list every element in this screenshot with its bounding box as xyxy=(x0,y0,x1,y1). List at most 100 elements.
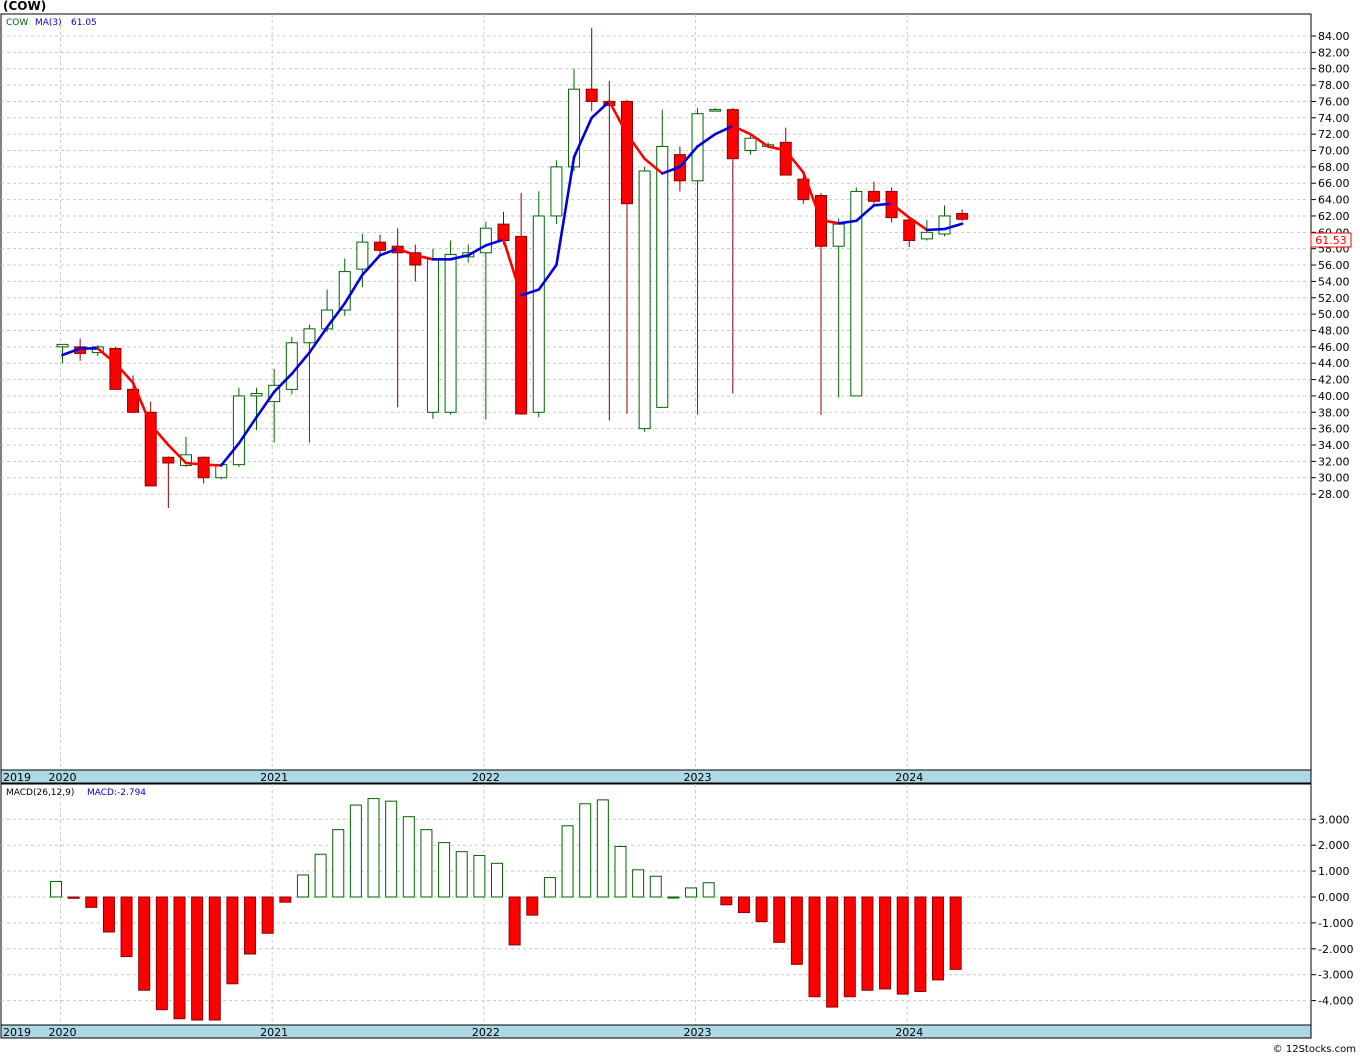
candle-body xyxy=(356,241,369,270)
macd-y-tick-label: -4.000 xyxy=(1318,995,1353,1008)
candle-body xyxy=(250,392,263,397)
price-y-tick-label: 68.00 xyxy=(1318,161,1350,174)
price-y-tick-label: 78.00 xyxy=(1318,79,1350,92)
price-y-tick-label: 28.00 xyxy=(1318,488,1350,501)
macd-x-label: 2022 xyxy=(472,1026,500,1039)
price-y-tick-label: 66.00 xyxy=(1318,177,1350,190)
macd-bar xyxy=(244,896,257,955)
macd-bar xyxy=(473,855,486,898)
macd-bar xyxy=(208,896,221,1021)
candle-body xyxy=(832,223,845,247)
price-y-tick-label: 40.00 xyxy=(1318,390,1350,403)
candle-body xyxy=(638,170,651,430)
macd-y-tick-label: 2.000 xyxy=(1318,839,1350,852)
price-x-label: 2023 xyxy=(684,771,712,784)
macd-bar xyxy=(649,875,662,898)
candle-body xyxy=(232,395,245,466)
macd-bar xyxy=(737,896,750,914)
macd-bar xyxy=(614,845,627,898)
stock-chart: 84.00 82.00 80.00 78.00 76.00 74.00 72.00 70.00… xyxy=(0,0,1356,1055)
y-axis-labels: 84.00 82.00 80.00 78.00 76.00 74.00 72.00 70.00… xyxy=(1311,30,1353,1008)
price-y-tick-label: 36.00 xyxy=(1318,423,1350,436)
macd-bar xyxy=(226,896,239,985)
price-x-label: 2020 xyxy=(49,771,77,784)
macd-x-label: 2019 xyxy=(3,1026,31,1039)
macd-bar xyxy=(349,804,362,898)
candle-body xyxy=(532,215,545,413)
macd-bar xyxy=(667,896,680,899)
macd-bar xyxy=(367,798,380,898)
price-y-tick-label: 38.00 xyxy=(1318,406,1350,419)
macd-bar xyxy=(826,896,839,1008)
candle-body xyxy=(550,166,563,217)
candle-body xyxy=(726,109,739,160)
price-y-tick-label: 46.00 xyxy=(1318,341,1350,354)
candle-body xyxy=(374,241,387,251)
macd-bar xyxy=(879,896,892,990)
macd-bar xyxy=(50,880,62,898)
candle-body xyxy=(656,145,669,408)
macd-bar xyxy=(491,862,503,898)
macd-bar xyxy=(420,829,433,898)
price-y-tick-label: 50.00 xyxy=(1318,308,1350,321)
macd-x-label: 2020 xyxy=(49,1026,77,1039)
macd-y-tick-label: 0.000 xyxy=(1318,891,1350,904)
price-x-label: 2021 xyxy=(260,771,288,784)
price-y-tick-label: 42.00 xyxy=(1318,374,1350,387)
candle-body xyxy=(162,456,175,464)
macd-bar xyxy=(790,896,803,965)
price-panel-frame xyxy=(0,13,1312,771)
price-y-tick-label: 74.00 xyxy=(1318,112,1350,125)
macd-legend-label: MACD(26,12,9) xyxy=(6,788,74,798)
candle-body xyxy=(497,223,510,241)
price-y-tick-label: 32.00 xyxy=(1318,455,1350,468)
price-x-label: 2024 xyxy=(895,771,923,784)
price-y-tick-label: 44.00 xyxy=(1318,357,1350,370)
macd-x-label: 2024 xyxy=(895,1026,923,1039)
macd-bar xyxy=(808,896,821,998)
candle-body xyxy=(197,456,210,479)
macd-x-axis-band xyxy=(0,1024,1312,1039)
macd-bar xyxy=(155,896,168,1011)
macd-y-tick-label: 1.000 xyxy=(1318,865,1350,878)
macd-bar xyxy=(896,896,909,995)
candle-body xyxy=(56,343,69,348)
price-x-label: 2022 xyxy=(472,771,500,784)
macd-bar xyxy=(296,874,309,898)
macd-y-tick-label: -2.000 xyxy=(1318,943,1353,956)
candle-body xyxy=(303,328,316,344)
ma-segment xyxy=(925,227,946,232)
legend-ma-label: MA(3) xyxy=(35,18,62,28)
price-y-tick-label: 76.00 xyxy=(1318,95,1350,108)
macd-y-tick-label: -3.000 xyxy=(1318,969,1353,982)
price-y-tick-label: 80.00 xyxy=(1318,63,1350,76)
price-x-axis-band xyxy=(0,769,1312,784)
macd-x-label: 2021 xyxy=(260,1026,288,1039)
macd-bar xyxy=(561,825,574,898)
legend-symbol: COW xyxy=(6,18,28,28)
candle-body xyxy=(938,215,951,235)
macd-bar xyxy=(526,896,539,916)
macd-bar xyxy=(543,877,556,898)
macd-bar xyxy=(438,842,451,898)
macd-bar xyxy=(67,896,80,899)
macd-bar xyxy=(138,896,151,991)
macd-bar xyxy=(949,896,962,970)
macd-bar xyxy=(914,896,927,993)
macd-bar xyxy=(755,896,768,923)
candle-body xyxy=(867,190,880,202)
price-y-tick-label: 54.00 xyxy=(1318,275,1350,288)
candle-body xyxy=(479,227,492,254)
macd-y-tick-label: -1.000 xyxy=(1318,917,1353,930)
ma-segment xyxy=(184,461,205,466)
price-x-label: 2019 xyxy=(3,771,31,784)
candle-body xyxy=(515,235,528,415)
price-y-tick-label: 82.00 xyxy=(1318,46,1350,59)
price-y-tick-label: 64.00 xyxy=(1318,194,1350,207)
macd-bar xyxy=(632,869,645,898)
candle-body xyxy=(744,137,757,152)
macd-bar xyxy=(455,851,468,898)
candle-body xyxy=(709,109,722,112)
macd-bar xyxy=(314,853,327,898)
candle-body xyxy=(444,253,457,413)
